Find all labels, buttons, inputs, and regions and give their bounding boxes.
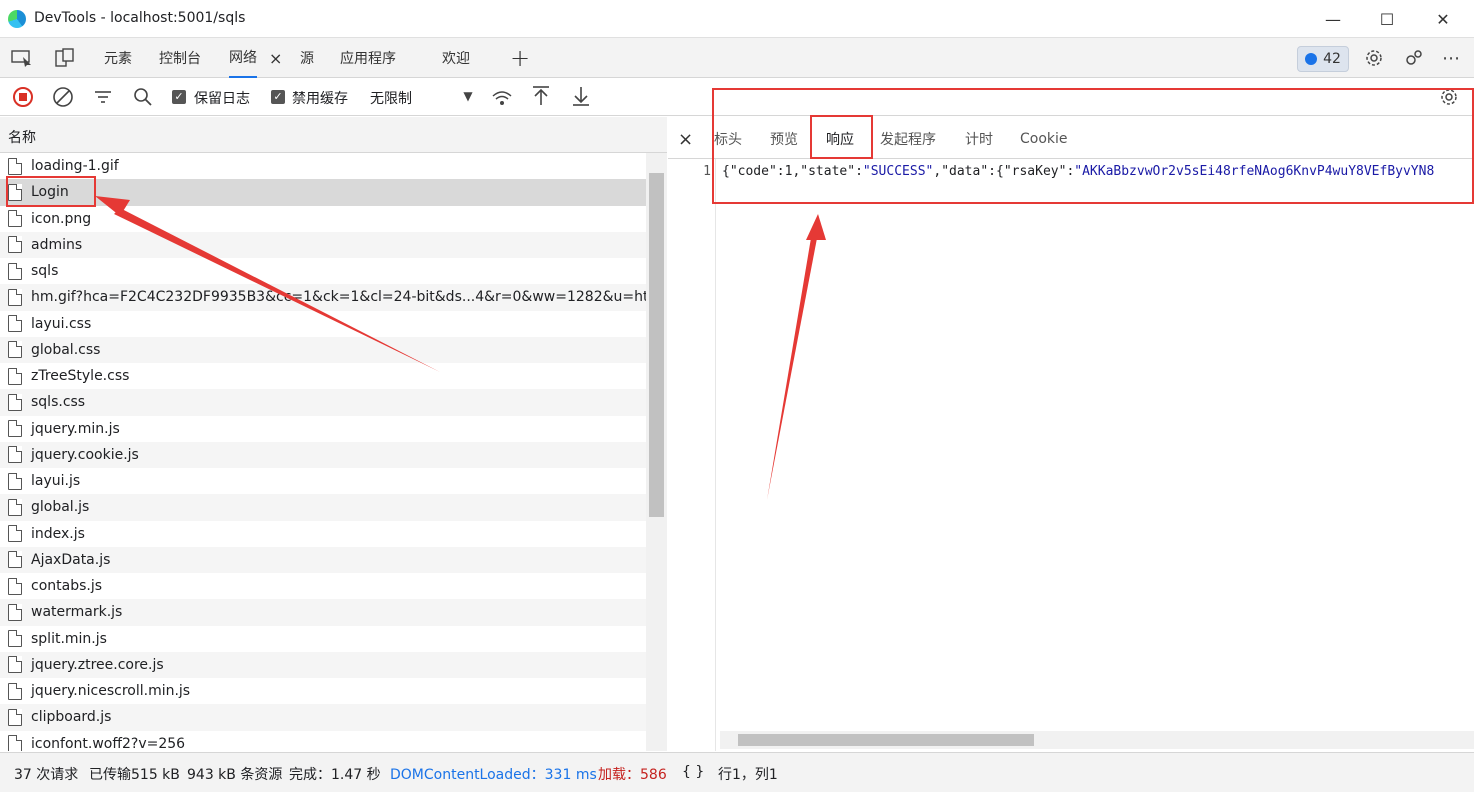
arrow-head-response bbox=[806, 214, 826, 240]
annotation-arrows bbox=[95, 196, 826, 500]
arrow-to-login bbox=[114, 208, 440, 372]
arrow-to-response bbox=[767, 232, 818, 500]
